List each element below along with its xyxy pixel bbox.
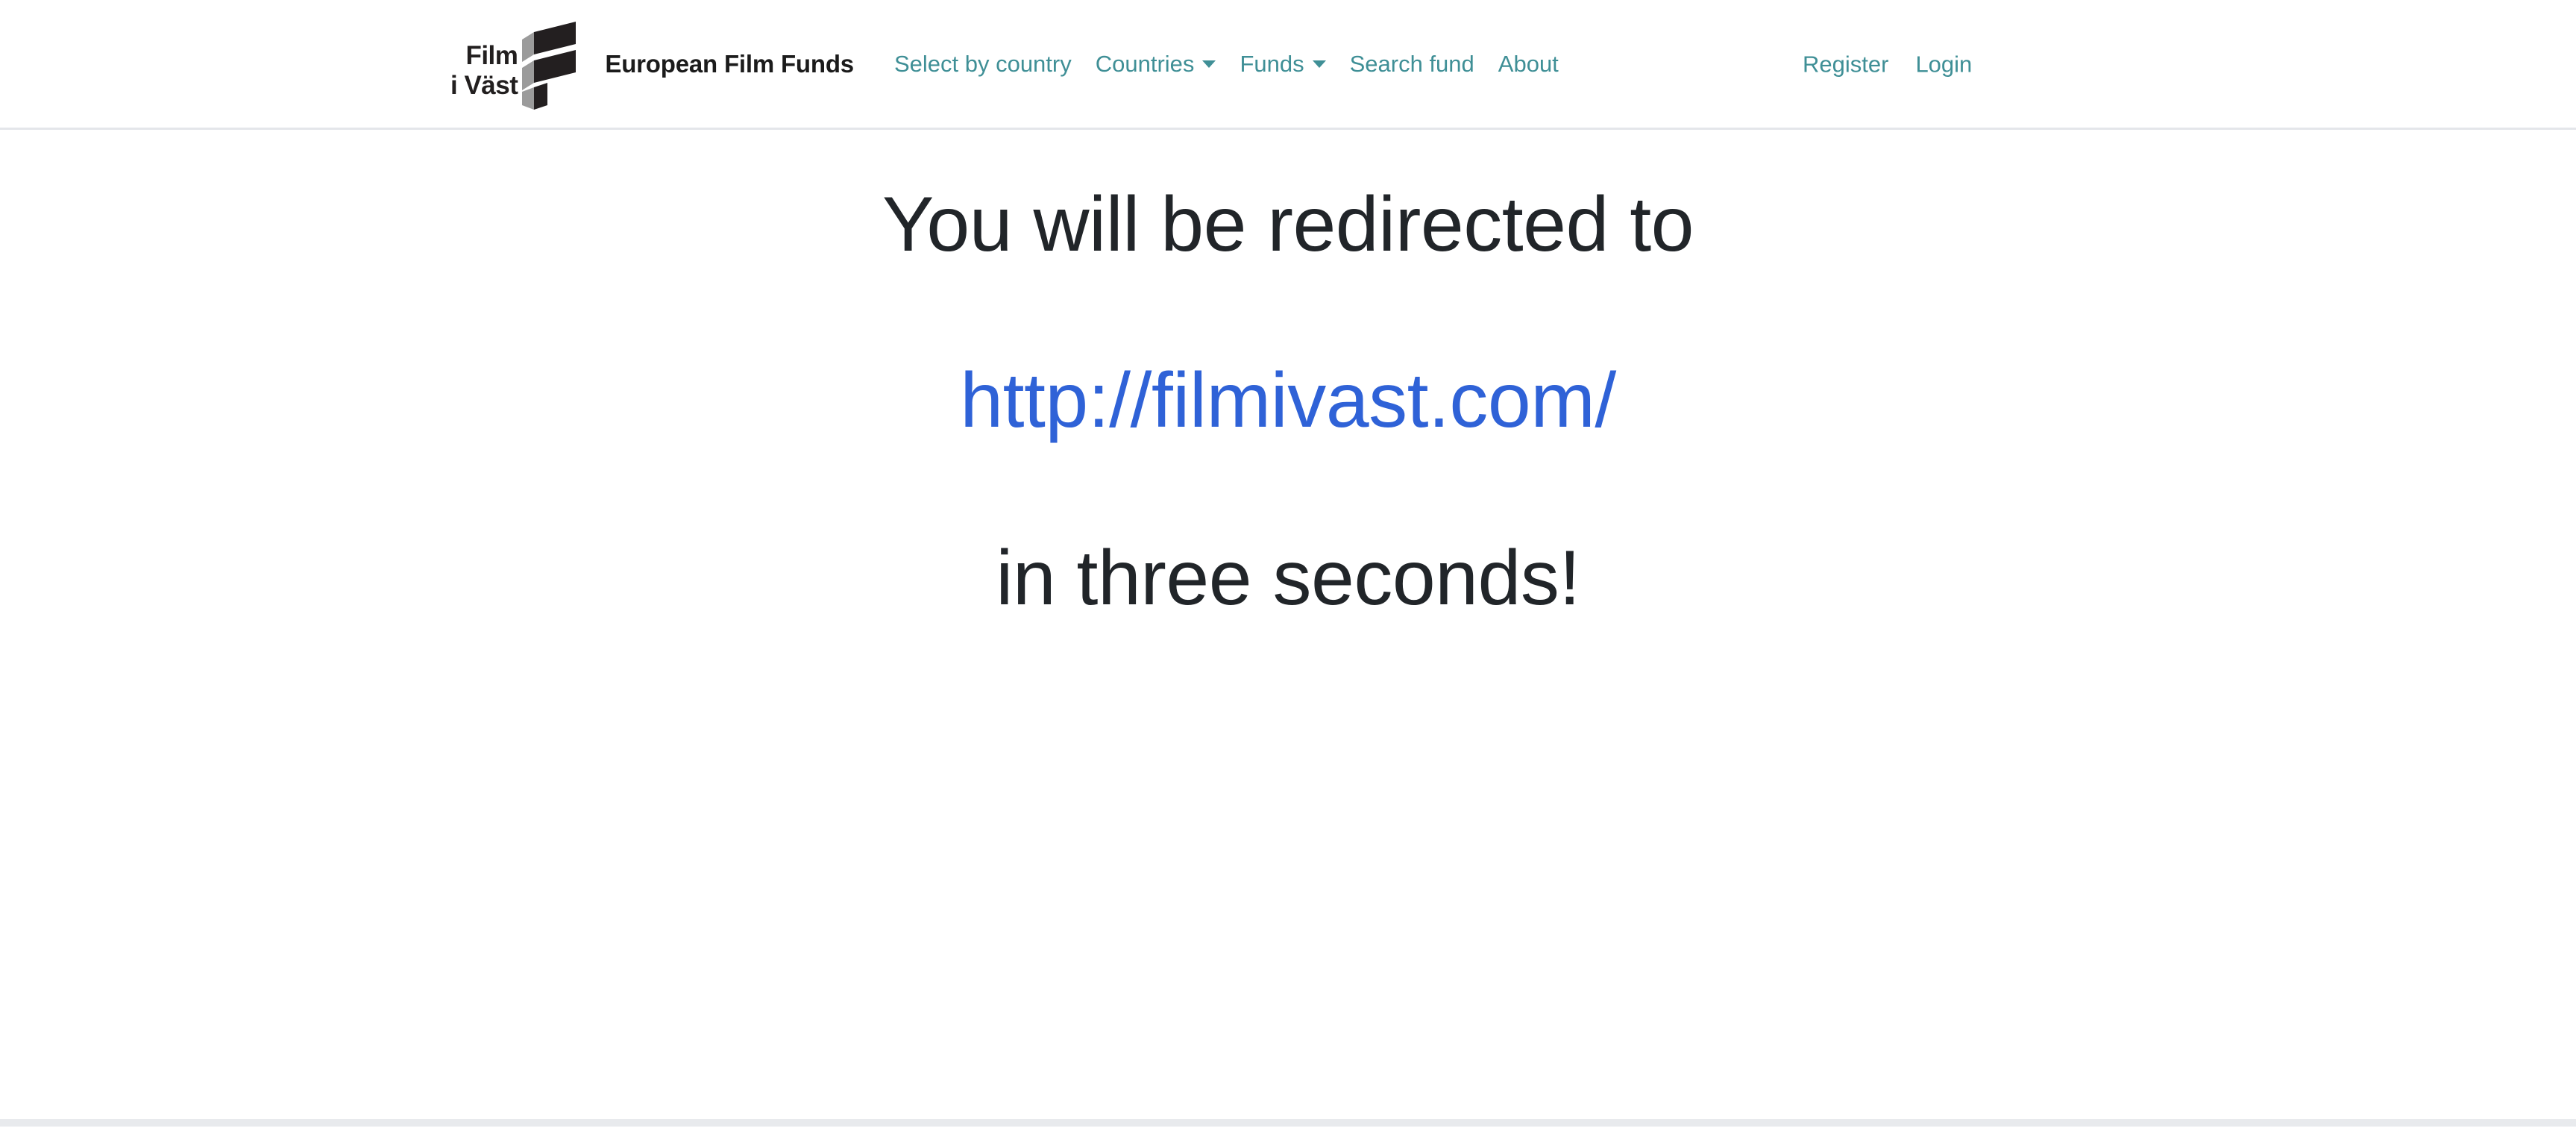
logo-line-1: Film bbox=[465, 40, 518, 70]
account-navigation: Register Login bbox=[1803, 46, 1999, 81]
nav-item-label: Countries bbox=[1095, 51, 1195, 77]
redirect-url-line: http://filmivast.com/ bbox=[0, 355, 2576, 447]
redirect-message-line-1: You will be redirected to bbox=[882, 181, 1694, 268]
footer-bar bbox=[0, 1119, 2576, 1127]
nav-item-label: Register bbox=[1803, 51, 1889, 77]
logo-line-2: i Väst bbox=[450, 70, 518, 100]
redirect-target-link[interactable]: http://filmivast.com/ bbox=[960, 357, 1616, 444]
brand-logo-link[interactable]: Film i Väst European Film Funds bbox=[450, 20, 854, 110]
chevron-down-icon bbox=[1202, 60, 1216, 68]
film-i-vast-logo: Film i Väst bbox=[450, 20, 579, 110]
film-i-vast-wordmark: Film i Väst bbox=[450, 20, 518, 98]
nav-item-label: Select by country bbox=[893, 51, 1072, 77]
nav-item-label: Funds bbox=[1240, 51, 1304, 77]
nav-item-search-fund[interactable]: Search fund bbox=[1350, 46, 1474, 81]
redirect-message-line-3: in three seconds! bbox=[996, 535, 1580, 622]
primary-navigation: Select by country Countries Funds Search… bbox=[894, 46, 1559, 81]
nav-item-register[interactable]: Register bbox=[1803, 46, 1888, 81]
nav-item-label: Login bbox=[1915, 51, 1973, 77]
film-i-vast-chevrons-icon bbox=[522, 21, 579, 110]
redirect-message-block: You will be redirected to http://filmiva… bbox=[0, 130, 2576, 624]
brand-title: European Film Funds bbox=[605, 49, 854, 78]
nav-item-countries[interactable]: Countries bbox=[1096, 46, 1216, 81]
nav-item-funds[interactable]: Funds bbox=[1240, 46, 1326, 81]
chevron-down-icon bbox=[1312, 60, 1326, 68]
nav-item-about[interactable]: About bbox=[1498, 46, 1559, 81]
redirect-page-main: You will be redirected to http://filmiva… bbox=[0, 130, 2576, 1127]
nav-item-label: About bbox=[1498, 51, 1559, 77]
nav-item-login[interactable]: Login bbox=[1915, 46, 1972, 81]
nav-item-select-by-country[interactable]: Select by country bbox=[894, 46, 1072, 81]
site-header: Film i Väst European Film Funds Select b… bbox=[0, 0, 2576, 149]
nav-item-label: Search fund bbox=[1349, 51, 1474, 77]
